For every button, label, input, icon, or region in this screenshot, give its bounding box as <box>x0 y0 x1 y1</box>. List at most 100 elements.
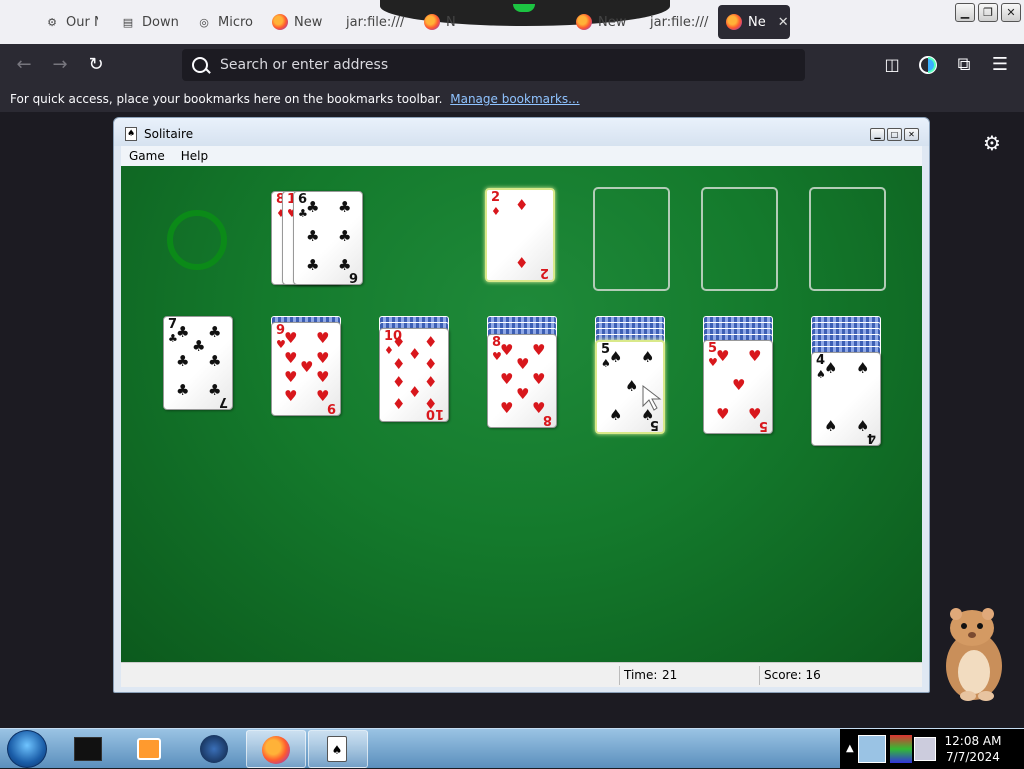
restore-button[interactable]: ❐ <box>978 3 998 22</box>
card-pip-icon: ♣ <box>306 256 320 274</box>
tableau-column-4-top[interactable]: 8 ♥ 8 ♥ ♥ ♥ ♥ ♥ ♥ ♥ ♥ <box>487 334 557 428</box>
solitaire-titlebar[interactable]: ♠ Solitaire ▁ □ ✕ <box>114 118 929 146</box>
tab-label: Down <box>142 14 178 30</box>
bookmarks-toolbar: For quick access, place your bookmarks h… <box>0 86 1024 112</box>
taskbar-item-media-player[interactable] <box>120 730 180 768</box>
waste-card[interactable]: 6 ♣ 6 ♣ ♣ ♣ ♣ ♣ ♣ <box>293 191 363 285</box>
card-pip-icon: ♦ <box>392 373 406 391</box>
card-pip-icon: ♥ <box>316 368 330 386</box>
card-pip-icon: ♣ <box>338 227 352 245</box>
show-hidden-icons-icon[interactable]: ▲ <box>846 743 854 754</box>
address-input[interactable] <box>220 57 780 73</box>
solitaire-close-button[interactable]: ✕ <box>904 128 919 141</box>
card-pip-icon: ♦ <box>392 333 406 351</box>
card-pip-icon: ♠ <box>824 359 838 377</box>
tab-6[interactable]: N <box>416 5 456 39</box>
menu-game[interactable]: Game <box>121 146 173 166</box>
start-button[interactable] <box>7 730 47 768</box>
target-icon: ◎ <box>199 15 209 29</box>
tableau-column-2-top[interactable]: 9 ♥ 9 ♥ ♥ ♥ ♥ ♥ ♥ ♥ ♥ ♥ <box>271 322 341 416</box>
taskbar: ♠ ▲ 12:08 AM 7/7/2024 <box>0 728 1024 769</box>
card-pip-icon: ♣ <box>176 381 190 399</box>
window-title: Solitaire <box>144 127 194 141</box>
tab-1[interactable]: ⚙ Our N <box>36 5 98 39</box>
menu-help[interactable]: Help <box>173 146 216 166</box>
card-pip-icon: ♥ <box>516 355 530 373</box>
card-pip-icon: ♣ <box>208 352 222 370</box>
tab-3[interactable]: ◎ Micro <box>188 5 254 39</box>
address-bar[interactable] <box>182 49 805 81</box>
tab-label: Ne <box>748 14 766 30</box>
time-value: 21 <box>662 668 678 682</box>
card-pip-icon: ♦ <box>392 355 406 373</box>
close-tab-icon[interactable]: ✕ <box>778 15 789 30</box>
card-pip-icon: ♦ <box>515 196 529 214</box>
back-icon[interactable]: ← <box>12 53 36 77</box>
minimize-button[interactable]: ▁ <box>955 3 975 22</box>
tray-color-icon[interactable] <box>890 735 912 763</box>
tableau-column-3-top[interactable]: 10 ♦ 10 ♦ ♦ ♦ ♦ ♦ ♦ ♦ ♦ ♦ ♦ <box>379 328 449 422</box>
firefox-icon <box>576 14 592 30</box>
bookmarks-message: For quick access, place your bookmarks h… <box>10 92 443 106</box>
forward-icon[interactable]: → <box>48 53 72 77</box>
foundation-3-empty[interactable] <box>701 187 778 291</box>
card-pip-icon: ♠ <box>824 417 838 435</box>
solitaire-app-icon: ♠ <box>125 127 137 141</box>
close-button[interactable]: ✕ <box>1001 3 1021 22</box>
taskbar-item-app1[interactable] <box>58 730 118 768</box>
tab-7[interactable]: New <box>568 5 634 39</box>
tab-8[interactable]: jar:file:/// <box>642 5 716 39</box>
card-pip-icon: ♣ <box>208 323 222 341</box>
mouse-pointer-icon <box>642 384 662 411</box>
card-pip-icon: ♥ <box>532 341 546 359</box>
reload-icon[interactable]: ↻ <box>84 53 108 77</box>
foundation-4-empty[interactable] <box>809 187 886 291</box>
clock[interactable]: 12:08 AM 7/7/2024 <box>940 733 1006 765</box>
card-pip-icon: ♣ <box>306 198 320 216</box>
card-pip-icon: ♣ <box>338 198 352 216</box>
account-icon[interactable] <box>916 53 940 77</box>
tableau-column-7-top[interactable]: 4 ♠ 4 ♠ ♠ ♠ ♠ <box>811 352 881 446</box>
card-pip-icon: ♦ <box>408 383 422 401</box>
tableau-column-6-top[interactable]: 5 ♥ 5 ♥ ♥ ♥ ♥ ♥ <box>703 340 773 434</box>
card-pip-icon: ♣ <box>176 323 190 341</box>
gear-icon[interactable]: ⚙ <box>983 133 1003 153</box>
manage-bookmarks-link[interactable]: Manage bookmarks... <box>450 92 579 106</box>
card-pip-icon: ♥ <box>732 376 746 394</box>
menu-icon[interactable]: ☰ <box>988 53 1012 77</box>
solitaire-maximize-button[interactable]: □ <box>887 128 902 141</box>
pocket-icon[interactable]: ◫ <box>880 53 904 77</box>
card-suit-icon: ♦ <box>491 205 501 218</box>
extensions-icon[interactable]: ⧉ <box>952 53 976 77</box>
page-icon: ▤ <box>122 15 134 29</box>
tab-active[interactable]: Ne ✕ <box>718 5 790 39</box>
card-pip-icon: ♥ <box>748 405 762 423</box>
foundation-1[interactable]: 2 ♦ 2 ♦ ♦ <box>485 188 555 282</box>
clock-date: 7/7/2024 <box>946 750 1000 764</box>
solitaire-minimize-button[interactable]: ▁ <box>870 128 885 141</box>
card-pip-icon: ♥ <box>284 368 298 386</box>
card-pip-icon: ♥ <box>516 385 530 403</box>
card-rank-bottom: 2 <box>539 265 549 280</box>
tray-app-icon[interactable] <box>858 735 886 763</box>
tab-label: Our N <box>66 14 98 30</box>
tab-2[interactable]: ▤ Down <box>112 5 178 39</box>
card-pip-icon: ♥ <box>284 329 298 347</box>
tab-4[interactable]: New <box>264 5 330 39</box>
solitaire-menubar: Game Help <box>121 146 922 166</box>
stock-pile-empty[interactable] <box>167 210 227 270</box>
navigation-bar: ← → ↻ ◫ ⧉ ☰ <box>0 44 1024 86</box>
taskbar-item-solitaire[interactable]: ♠ <box>308 730 368 768</box>
taskbar-item-app3[interactable] <box>184 730 244 768</box>
card-pip-icon: ♣ <box>176 352 190 370</box>
foundation-2-empty[interactable] <box>593 187 670 291</box>
tableau-column-1-top[interactable]: 7 ♣ 7 ♣ ♣ ♣ ♣ ♣ ♣ ♣ <box>163 316 233 410</box>
tray-monitor-icon[interactable] <box>914 737 936 761</box>
card-pip-icon: ♥ <box>748 347 762 365</box>
tab-label: New <box>598 14 627 30</box>
tab-5[interactable]: jar:file:/// <box>338 5 416 39</box>
taskbar-item-firefox[interactable] <box>246 730 306 768</box>
card-pip-icon: ♥ <box>284 387 298 405</box>
time-label: Time: <box>624 668 658 682</box>
score-label: Score: 16 <box>764 668 821 682</box>
